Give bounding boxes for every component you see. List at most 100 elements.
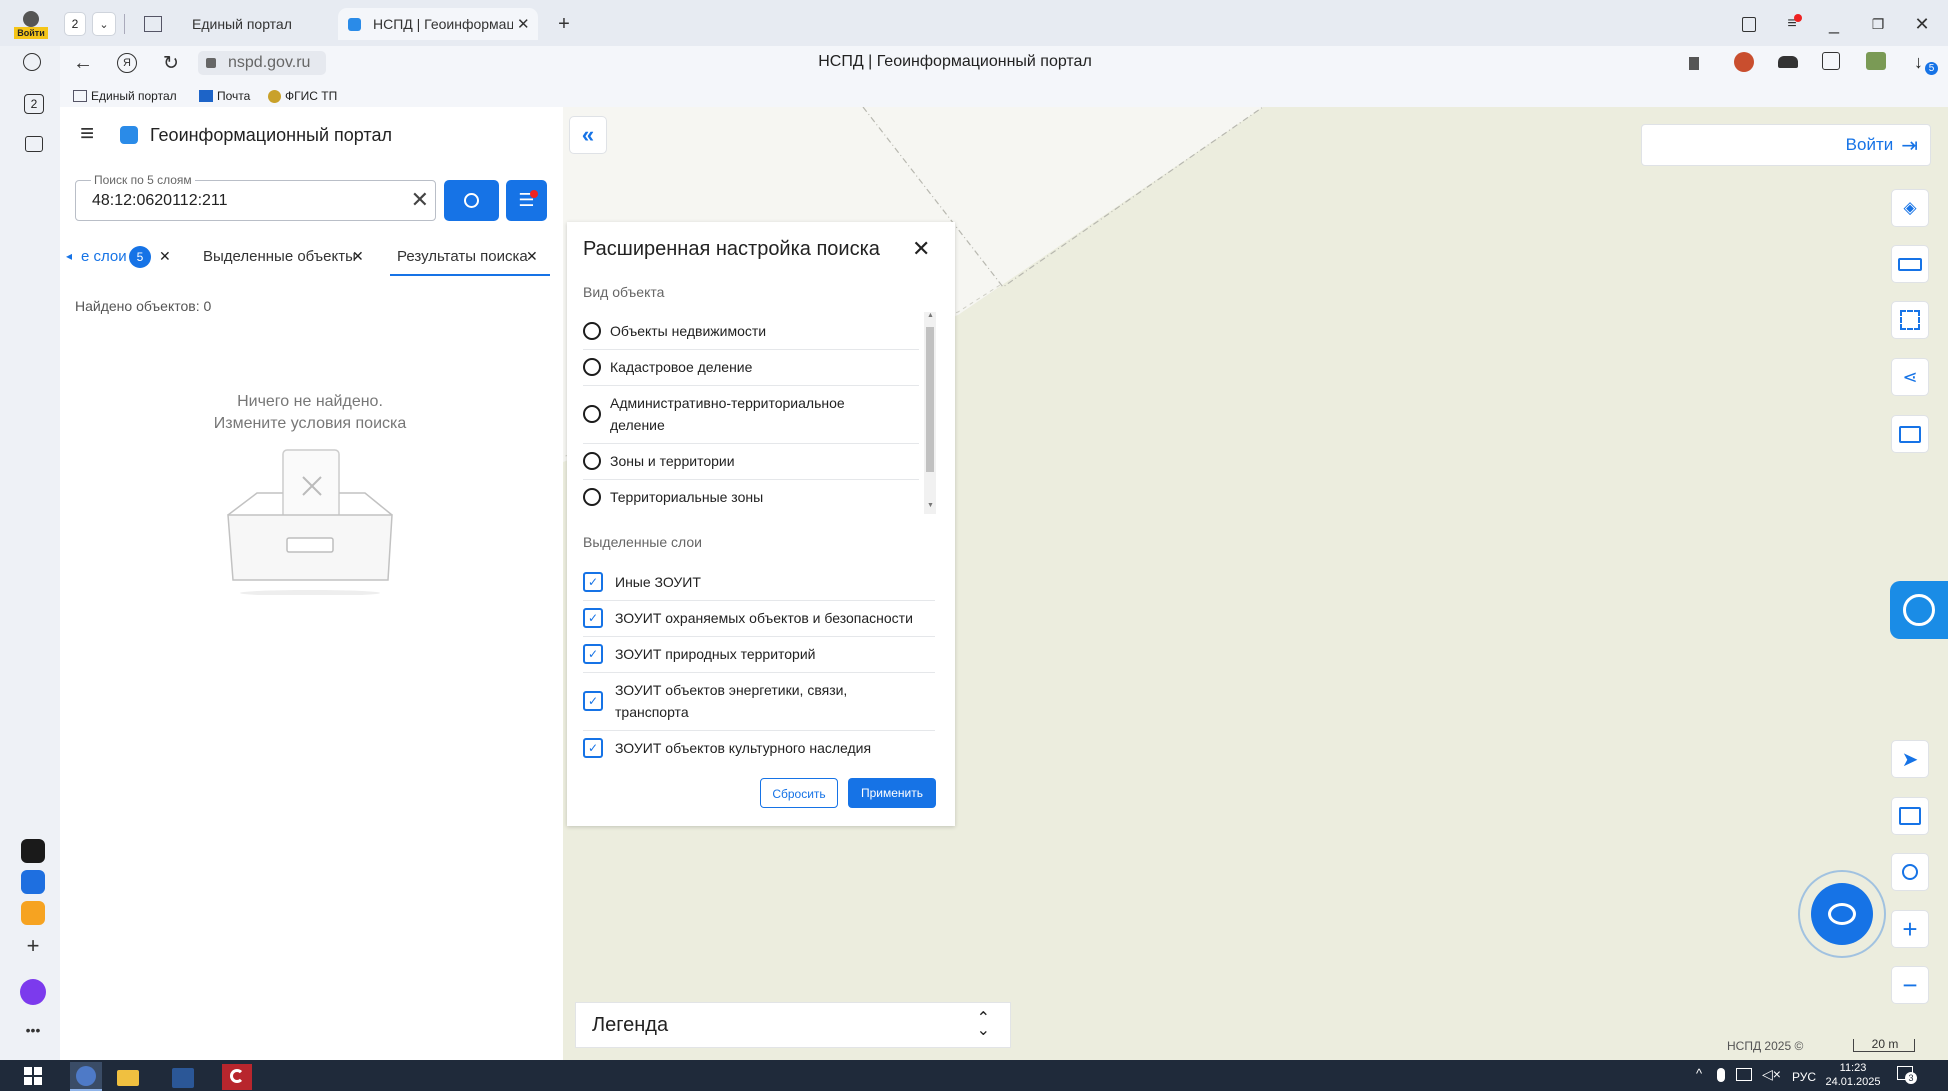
share-button[interactable]: ⋖	[1891, 358, 1929, 396]
clock[interactable]: 11:23 24.01.2025	[1822, 1061, 1884, 1089]
taskbar-explorer-app[interactable]	[115, 1066, 141, 1088]
chat-button[interactable]	[1798, 870, 1886, 958]
radio-button[interactable]	[583, 488, 601, 506]
extension-2-icon[interactable]	[1778, 56, 1798, 68]
ruler-button[interactable]	[1891, 245, 1929, 283]
tab-nspd[interactable]: НСПД | Геоинформаци ✕	[338, 8, 538, 40]
layer-option[interactable]: ✓ Иные ЗОУИТ	[583, 564, 935, 601]
object-type-option[interactable]: Объекты недвижимости	[583, 312, 919, 350]
radio-button[interactable]	[583, 321, 601, 340]
bookmark-fgis[interactable]: ФГИС ТП	[268, 87, 337, 105]
tab-unified-portal[interactable]: Единый портал	[136, 8, 336, 40]
new-tab-button[interactable]: +	[552, 12, 576, 36]
scrollbar-thumb[interactable]	[926, 327, 934, 472]
legend-panel[interactable]: Легенда ⌃ ⌄	[575, 1002, 1011, 1048]
object-type-option[interactable]: Административно-территориальное деление	[583, 385, 919, 444]
screenshot-button[interactable]	[22, 132, 46, 156]
address-bar[interactable]: nspd.gov.ru	[198, 51, 326, 75]
checkbox-checked-icon[interactable]: ✓	[583, 691, 603, 711]
tray-show-hidden-icon[interactable]: ^	[1696, 1066, 1702, 1081]
checkbox-checked-icon[interactable]: ✓	[583, 608, 603, 628]
volume-icon[interactable]: ◁×	[1762, 1066, 1781, 1083]
reset-button[interactable]: Сбросить	[760, 778, 838, 808]
login-button[interactable]: Войти ⇥	[1641, 124, 1931, 166]
layers-button[interactable]: ◈	[1891, 189, 1929, 227]
close-dialog-icon[interactable]: ✕	[912, 236, 930, 262]
notifications-button[interactable]: 3	[1897, 1066, 1917, 1084]
alice-icon[interactable]	[20, 979, 46, 1005]
history-button[interactable]	[20, 50, 44, 74]
radio-button[interactable]	[583, 358, 601, 376]
taskbar-app-4[interactable]	[222, 1064, 252, 1090]
tab-selected-objects[interactable]: Выделенные объекты	[203, 248, 356, 265]
reload-button[interactable]: ↻	[158, 50, 184, 76]
close-tab-icon[interactable]: ✕	[352, 248, 364, 265]
layer-option[interactable]: ✓ ЗОУИТ природных территорий	[583, 636, 935, 673]
zoom-out-button[interactable]: −	[1891, 966, 1929, 1004]
layer-option[interactable]: ✓ ЗОУИТ объектов энергетики, связи, тран…	[583, 672, 935, 731]
profile-button[interactable]: Войти	[14, 8, 48, 40]
object-type-scrollbar[interactable]: ▲ ▼	[924, 312, 936, 514]
print-button[interactable]	[1891, 415, 1929, 453]
taskbar-word-app[interactable]	[170, 1066, 196, 1088]
close-tab-icon[interactable]: ✕	[159, 248, 171, 265]
bookmark-unified-portal[interactable]: Единый портал	[73, 87, 177, 105]
close-window-button[interactable]: ✕	[1910, 12, 1934, 36]
layer-option[interactable]: ✓ ЗОУИТ объектов культурного наследия	[583, 730, 935, 766]
restore-button[interactable]: ❐	[1866, 12, 1890, 36]
app-icon-1[interactable]	[21, 839, 45, 863]
downloads-button[interactable]: ↓ 5	[1912, 52, 1938, 76]
search-input-value[interactable]: 48:12:0620112:211	[92, 192, 228, 210]
object-type-option[interactable]: Территориальные зоны	[583, 479, 919, 515]
tab-count-button[interactable]: 2	[64, 12, 86, 36]
hamburger-menu-button[interactable]: ≡	[74, 120, 100, 147]
apply-button[interactable]: Применить	[848, 778, 936, 808]
search-button[interactable]	[444, 180, 499, 221]
checkbox-checked-icon[interactable]: ✓	[583, 738, 603, 758]
app-icon-2[interactable]	[21, 870, 45, 894]
search-field[interactable]: Поиск по 5 слоям 48:12:0620112:211 ✕	[75, 173, 436, 221]
start-button[interactable]	[24, 1067, 42, 1085]
microphone-icon[interactable]	[1717, 1068, 1725, 1082]
tabs-dropdown-button[interactable]: ⌄	[92, 12, 116, 36]
minimap-button[interactable]	[1891, 797, 1929, 835]
object-type-option[interactable]: Кадастровое деление	[583, 349, 919, 386]
navigate-button[interactable]: ➤	[1891, 740, 1929, 778]
clear-search-icon[interactable]: ✕	[411, 187, 429, 213]
network-icon[interactable]	[1736, 1068, 1752, 1081]
extension-1-icon[interactable]	[1734, 52, 1754, 72]
yandex-button[interactable]: Я	[114, 50, 140, 76]
menu-button[interactable]: ≡	[1780, 12, 1804, 36]
extension-4-icon[interactable]	[1866, 52, 1886, 70]
collapse-panel-button[interactable]: «	[569, 116, 607, 154]
bookmark-button[interactable]	[1684, 52, 1704, 74]
checkbox-checked-icon[interactable]: ✓	[583, 572, 603, 592]
close-tab-icon[interactable]: ✕	[517, 15, 530, 33]
more-button[interactable]: •••	[21, 1022, 45, 1038]
add-app-button[interactable]: +	[21, 933, 45, 958]
radio-button[interactable]	[583, 405, 601, 423]
tab-search-results[interactable]: Результаты поиска	[397, 248, 528, 265]
side-widget-button[interactable]	[1890, 581, 1948, 639]
mail-app-icon[interactable]	[21, 901, 45, 925]
taskbar-browser-app[interactable]	[70, 1062, 102, 1091]
notification-dot-icon	[1794, 14, 1802, 22]
tab-layers[interactable]: е слои	[81, 248, 127, 265]
layer-option[interactable]: ✓ ЗОУИТ охраняемых объектов и безопаснос…	[583, 600, 935, 637]
minimize-button[interactable]: _	[1822, 12, 1846, 36]
area-search-button[interactable]	[1891, 301, 1929, 339]
radio-button[interactable]	[583, 452, 601, 470]
back-button[interactable]: ←	[70, 50, 96, 76]
collections-button[interactable]	[1737, 12, 1761, 36]
advanced-search-button[interactable]: ☰	[506, 180, 547, 221]
extension-3-icon[interactable]	[1822, 52, 1840, 70]
zoom-in-button[interactable]: +	[1891, 910, 1929, 948]
close-tab-icon[interactable]: ✕	[526, 248, 538, 265]
scroll-left-icon[interactable]: ◂	[66, 249, 72, 263]
checkbox-checked-icon[interactable]: ✓	[583, 644, 603, 664]
object-type-option[interactable]: Зоны и территории	[583, 443, 919, 480]
language-indicator[interactable]: РУС	[1792, 1070, 1816, 1084]
bookmark-mail[interactable]: Почта	[199, 87, 250, 105]
locate-button[interactable]	[1891, 853, 1929, 891]
tabs-counter-button[interactable]: 2	[24, 94, 44, 114]
